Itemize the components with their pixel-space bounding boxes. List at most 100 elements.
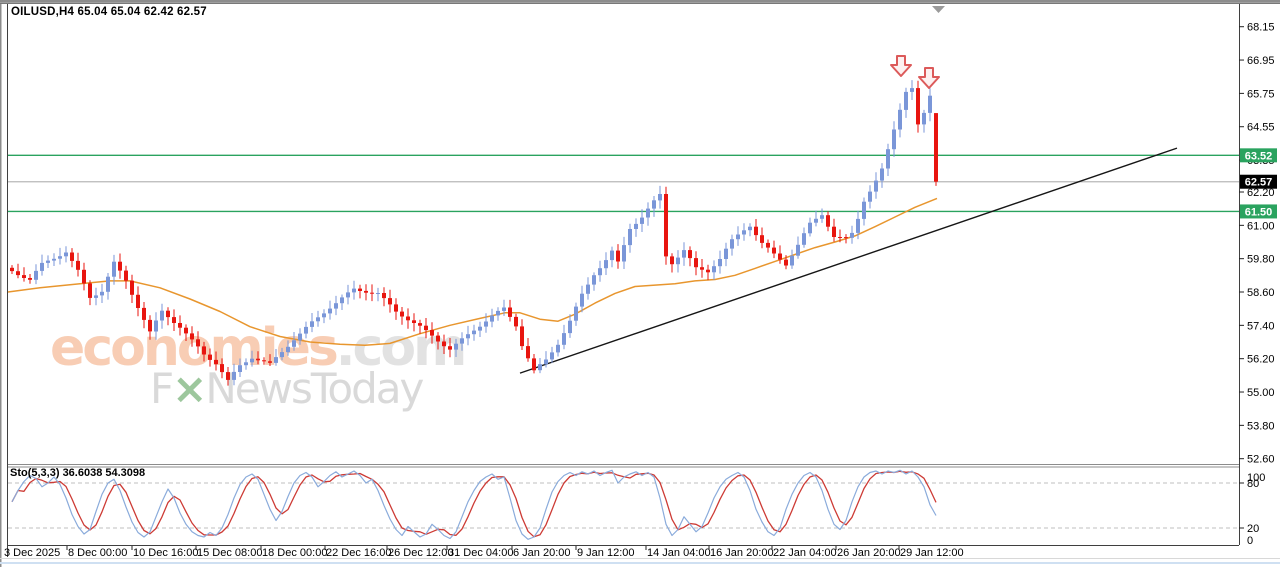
bull-candle: [790, 256, 794, 266]
bear-candle: [844, 237, 848, 238]
bear-candle: [616, 251, 620, 262]
bear-candle: [688, 250, 692, 258]
bear-candle: [172, 317, 176, 323]
bear-candle: [700, 267, 704, 270]
bear-candle: [772, 248, 776, 254]
bull-candle: [658, 194, 662, 200]
bear-candle: [184, 328, 188, 334]
time-axis-label: 15 Dec 08:00: [197, 547, 262, 559]
bull-candle: [868, 192, 872, 202]
bear-candle: [754, 227, 758, 235]
bull-candle: [874, 181, 878, 192]
mt4-chart-window: economies.com F×NewsToday 63.3568.1566.9…: [0, 0, 1280, 567]
bull-candle: [928, 96, 932, 113]
bear-candle: [358, 289, 362, 291]
bear-candle: [256, 359, 260, 361]
bull-candle: [280, 352, 284, 357]
time-axis-label: 26 Jan 20:00: [837, 547, 901, 559]
time-axis-label: 22 Jan 04:00: [773, 547, 837, 559]
bear-candle: [268, 361, 272, 363]
time-axis-label: 14 Jan 04:00: [647, 547, 711, 559]
bear-candle: [178, 323, 182, 328]
bull-candle: [454, 344, 458, 350]
bear-candle: [400, 312, 404, 317]
bear-candle: [442, 342, 446, 347]
price-tag-text: 61.50: [1245, 206, 1273, 218]
bear-candle: [520, 326, 524, 346]
bull-candle: [250, 359, 254, 363]
bull-candle: [154, 321, 158, 332]
bear-candle: [430, 330, 434, 336]
bull-candle: [34, 271, 38, 280]
bull-candle: [682, 250, 686, 258]
bear-candle: [448, 346, 452, 349]
bear-candle: [190, 333, 194, 339]
bear-candle: [196, 339, 200, 346]
time-axis-label: 31 Dec 04:00: [448, 547, 513, 559]
sto-axis-label: 20: [1247, 523, 1259, 535]
bear-candle: [418, 323, 422, 326]
bear-candle: [514, 317, 518, 327]
shift-marker-icon[interactable]: [932, 6, 945, 13]
bull-candle: [502, 308, 506, 311]
bull-candle: [232, 372, 236, 380]
bear-candle: [214, 360, 218, 364]
bull-candle: [598, 268, 602, 275]
candles-layer: [10, 80, 938, 386]
bear-candle: [832, 227, 836, 237]
bull-candle: [490, 316, 494, 322]
bear-candle: [76, 261, 80, 270]
bull-candle: [64, 253, 68, 257]
price-tag-text: 63.52: [1245, 150, 1273, 162]
bear-candle: [838, 237, 842, 238]
bull-candle: [622, 245, 626, 261]
time-axis-label: 22 Dec 16:00: [326, 547, 391, 559]
bull-candle: [322, 313, 326, 317]
bull-candle: [850, 233, 854, 238]
candlestick-chart-canvas[interactable]: 63.3568.1566.9565.7564.5562.2061.0059.80…: [0, 0, 1280, 567]
bull-candle: [40, 263, 44, 271]
bear-candle: [934, 113, 938, 182]
bear-candle: [766, 243, 770, 248]
bull-candle: [604, 260, 608, 268]
bear-candle: [16, 271, 20, 275]
bear-candle: [70, 253, 74, 261]
bear-candle: [694, 258, 698, 267]
bear-candle: [382, 293, 386, 298]
bear-candle: [370, 293, 374, 294]
bull-candle: [376, 293, 380, 294]
price-tick-label: 57.40: [1247, 320, 1275, 332]
bull-candle: [802, 233, 806, 245]
bear-candle: [826, 215, 830, 227]
bull-candle: [640, 218, 644, 224]
sto-axis-label: 80: [1247, 478, 1259, 490]
bear-candle: [124, 271, 128, 281]
sell-signal-arrow-icon: [919, 68, 939, 88]
bull-candle: [856, 219, 860, 233]
bear-candle: [760, 235, 764, 243]
bull-candle: [460, 338, 464, 343]
panel-divider-handle[interactable]: [8, 460, 1239, 470]
bear-candle: [670, 256, 674, 264]
bull-candle: [328, 309, 332, 314]
bull-candle: [592, 275, 596, 284]
bear-candle: [82, 270, 86, 284]
bear-candle: [784, 260, 788, 266]
bull-candle: [574, 307, 578, 321]
time-axis-label: 26 Dec 12:00: [388, 547, 453, 559]
bull-candle: [724, 249, 728, 259]
bull-candle: [352, 289, 356, 293]
bull-candle: [94, 295, 98, 298]
time-axis-label: 10 Dec 16:00: [133, 547, 198, 559]
bear-candle: [424, 326, 428, 330]
bear-candle: [10, 268, 14, 271]
bull-candle: [580, 294, 584, 307]
bear-candle: [88, 283, 92, 298]
bull-candle: [910, 88, 914, 92]
time-axis-label: 3 Dec 2025: [4, 547, 60, 559]
bull-candle: [244, 362, 248, 365]
sto-signal-line: [12, 471, 936, 537]
bear-candle: [436, 336, 440, 342]
window-top-border-inner: [0, 3, 1280, 4]
bull-candle: [676, 258, 680, 265]
